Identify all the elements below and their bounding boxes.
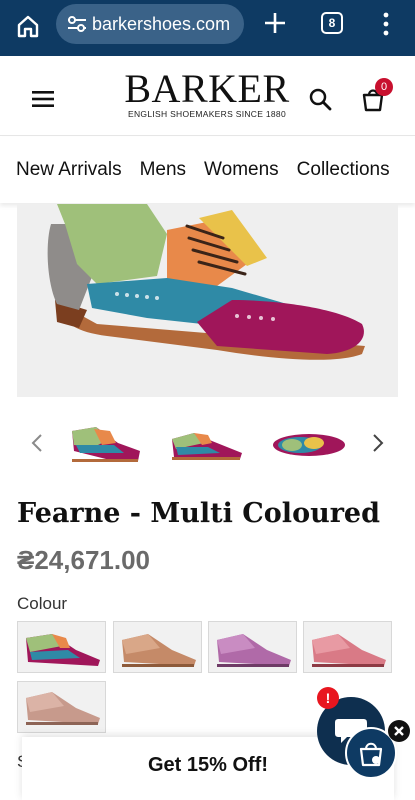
colour-swatch-lilac[interactable] — [208, 621, 297, 673]
category-nav: New Arrivals Mens Womens Collections — [0, 137, 415, 203]
plus-icon[interactable] — [262, 10, 288, 36]
swatch-image-rose-gold — [26, 692, 100, 725]
chat-alert-badge: ! — [317, 687, 339, 709]
product-main-image[interactable] — [17, 204, 398, 397]
barker-logo[interactable]: BARKER ENGLISH SHOEMAKERS SINCE 1880 — [121, 66, 293, 120]
address-bar[interactable]: barkershoes.com — [56, 4, 244, 44]
nav-item-womens[interactable]: Womens — [204, 159, 279, 181]
thumbnail-carousel — [0, 415, 415, 471]
home-icon[interactable] — [14, 12, 42, 40]
nav-item-collections[interactable]: Collections — [297, 159, 390, 181]
logo-tagline: ENGLISH SHOEMAKERS SINCE 1880 — [128, 109, 286, 119]
chevron-right-icon[interactable] — [371, 433, 385, 453]
logo-wordmark: BARKER — [124, 66, 290, 111]
tabs-icon[interactable]: 8 — [321, 12, 343, 34]
nav-item-new-arrivals[interactable]: New Arrivals — [16, 159, 122, 181]
close-icon — [394, 726, 404, 736]
colour-label: Colour — [17, 594, 68, 613]
shoe-image — [47, 204, 365, 360]
menu-icon[interactable] — [32, 90, 54, 108]
chevron-left-icon[interactable] — [30, 433, 44, 453]
product-price: ₴24,671.00 — [17, 545, 151, 575]
site-settings-icon[interactable] — [64, 14, 90, 34]
colour-swatch-multi[interactable] — [17, 621, 106, 673]
colour-swatch-rose-gold[interactable] — [17, 681, 106, 733]
search-icon[interactable] — [308, 87, 332, 111]
product-title: Fearne - Multi Coloured — [17, 498, 380, 529]
cart-count-badge: 0 — [375, 78, 393, 96]
url-text: barkershoes.com — [92, 13, 231, 34]
thumbnail-1[interactable] — [66, 417, 144, 469]
nav-item-mens[interactable]: Mens — [140, 159, 186, 181]
colour-swatch-pink[interactable] — [303, 621, 392, 673]
swatch-image-multi — [26, 634, 100, 666]
thumbnail-3[interactable] — [270, 417, 348, 469]
colour-swatch-tan[interactable] — [113, 621, 202, 673]
swatch-image-pink — [312, 634, 386, 667]
close-widget-button[interactable] — [388, 720, 410, 742]
thumbnail-2[interactable] — [168, 417, 246, 469]
more-vert-icon[interactable] — [380, 10, 392, 38]
swatch-image-lilac — [217, 634, 291, 667]
swatch-image-tan — [122, 634, 196, 667]
browser-toolbar: barkershoes.com 8 — [0, 0, 415, 56]
site-header: BARKER ENGLISH SHOEMAKERS SINCE 1880 0 — [0, 56, 415, 136]
